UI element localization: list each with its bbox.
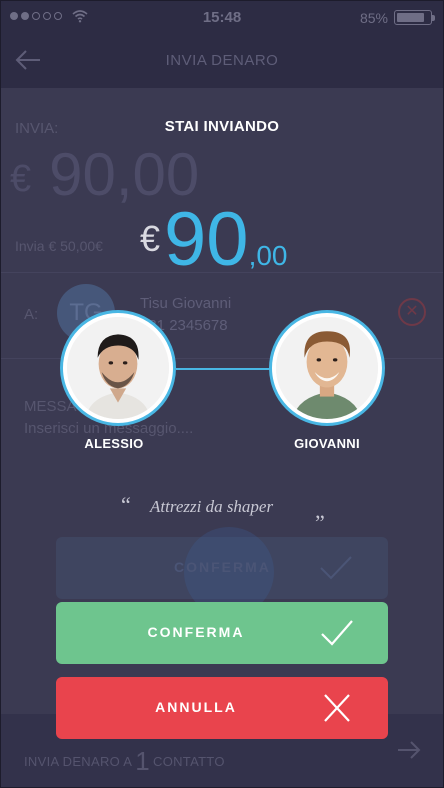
background-confirm-label: CONFERMA [174,559,271,575]
footer-prefix: INVIA DENARO A [24,754,133,769]
close-circle-icon[interactable]: ✕ [398,298,426,326]
cancel-button[interactable]: ANNULLA [56,677,388,739]
cancel-label: ANNULLA [155,699,237,715]
check-icon [320,556,352,580]
quote-open-mark: “ [121,492,131,517]
check-icon [321,620,353,646]
quote-close-mark: ” [315,510,325,535]
transfer-connector-line [176,368,272,370]
send-confirmation-screen: 15:48 85% INVIA DENARO INVIA: €90,00 Inv… [0,0,444,788]
x-icon [324,694,350,722]
footer-suffix: CONTATTO [153,754,225,769]
arrow-right-icon[interactable] [396,738,422,762]
invia-min-prefix: Invia € [15,238,61,254]
confirm-button[interactable]: CONFERMA [56,602,388,664]
confirm-label: CONFERMA [147,624,245,640]
invia-min-text: Invia € 50,00€ [15,238,103,254]
dialog-amount-integer: 90 [164,197,249,282]
background-confirm-button: CONFERMA [56,527,388,617]
dialog-amount-currency: € [140,218,161,259]
recipient-name: GIOVANNI [294,436,360,451]
recipient-avatar [269,310,385,426]
dialog-amount-decimal: ,00 [248,240,288,271]
footer-text: INVIA DENARO A 1 CONTATTO [24,746,225,777]
invia-min-value: 50,00€ [60,238,103,254]
dialog-title: STAI INVIANDO [164,118,280,135]
amount-currency: € [10,157,32,200]
sender-name: ALESSIO [84,436,144,451]
sender-photo [67,317,169,419]
status-bar: 15:48 85% [0,0,444,34]
sender-avatar [60,310,176,426]
message-quote: Attrezzi da shaper [150,497,274,516]
contact-name: Tisu Giovanni [140,295,232,312]
battery-fill [397,13,425,22]
recipient-photo [276,317,378,419]
nav-bar: INVIA DENARO [0,34,444,88]
footer-count: 1 [135,746,150,776]
page-title: INVIA DENARO [165,52,279,69]
battery-percent: 85% [359,10,388,26]
battery-icon [394,10,435,25]
dialog-amount: €90,00 [140,196,288,283]
recipient-label: A: [24,306,39,323]
